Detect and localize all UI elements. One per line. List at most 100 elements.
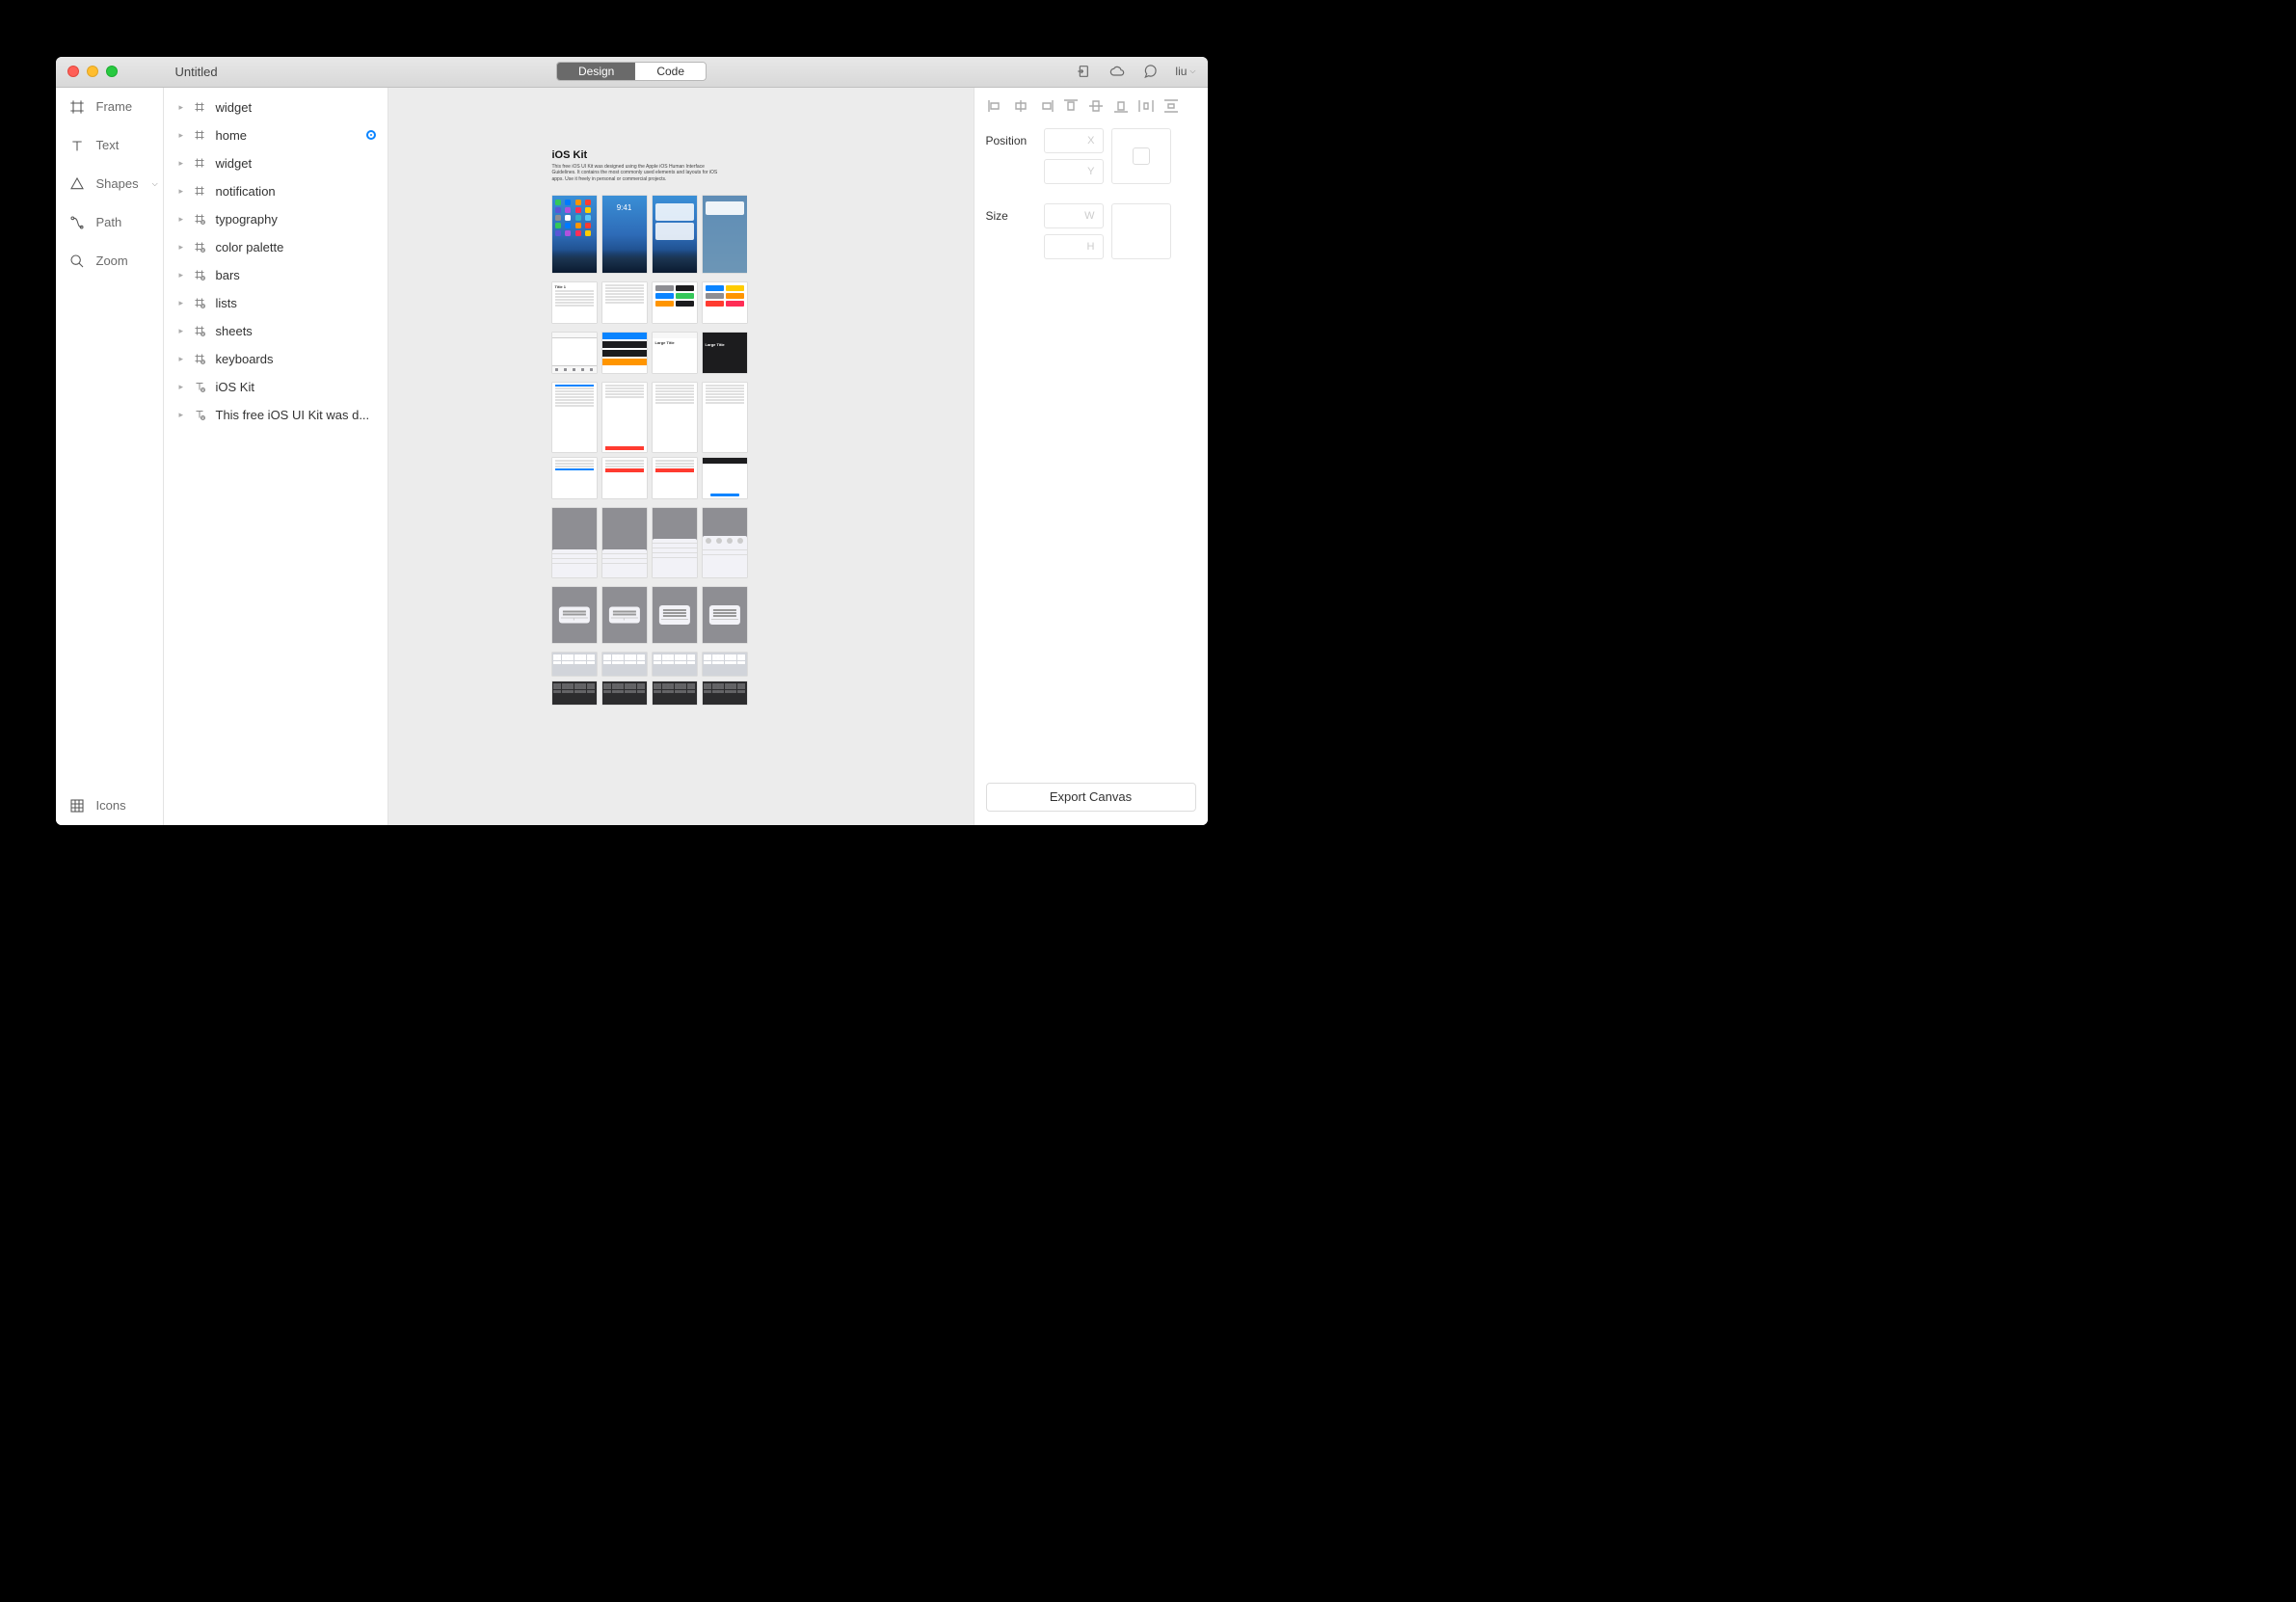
disclosure-triangle-icon[interactable]: ▸ [179, 354, 187, 364]
frame-layer-icon [193, 240, 206, 254]
align-center-v-button[interactable] [1086, 97, 1106, 115]
layer-row[interactable]: ▸This free iOS UI Kit was d... [164, 401, 387, 429]
tool-path[interactable]: Path [56, 203, 163, 242]
artboard-keyboard-light-3[interactable] [653, 653, 697, 676]
position-origin-widget[interactable] [1111, 128, 1171, 184]
artboard-list-6[interactable] [602, 458, 647, 498]
disclosure-triangle-icon[interactable]: ▸ [179, 130, 187, 141]
artboard-bars-large-title-light[interactable]: Large Title [653, 333, 697, 373]
size-constraint-widget[interactable] [1111, 203, 1171, 259]
artboard-list-2[interactable] [602, 383, 647, 452]
artboard-keyboard-dark-3[interactable] [653, 681, 697, 705]
disclosure-triangle-icon[interactable]: ▸ [179, 102, 187, 113]
artboard-list-1[interactable] [552, 383, 597, 452]
disclosure-triangle-icon[interactable]: ▸ [179, 270, 187, 280]
disclosure-triangle-icon[interactable]: ▸ [179, 382, 187, 392]
artboard-notification[interactable] [703, 196, 747, 273]
artboard-list-4[interactable] [703, 383, 747, 452]
artboard-home[interactable] [552, 196, 597, 273]
inspector-panel: Position X Y Size W H [974, 88, 1208, 825]
window-close-button[interactable] [67, 66, 79, 77]
artboard-sheet-2[interactable] [602, 508, 647, 577]
user-menu[interactable]: liu ⌵ [1175, 65, 1195, 78]
artboard-bars-large-title-dark[interactable]: Large Title [703, 333, 747, 373]
artboard-row-alerts [552, 587, 967, 643]
artboard-keyboard-dark-1[interactable] [552, 681, 597, 705]
disclosure-triangle-icon[interactable]: ▸ [179, 186, 187, 197]
artboard-widget[interactable] [653, 196, 697, 273]
tool-icons[interactable]: Icons [56, 787, 163, 825]
artboard-list-7[interactable] [653, 458, 697, 498]
artboard-lockscreen[interactable]: 9:41 [602, 196, 647, 273]
artboard-alert-2[interactable] [602, 587, 647, 643]
layer-row[interactable]: ▸widget [164, 149, 387, 177]
size-w-input[interactable]: W [1044, 203, 1104, 228]
artboard-keyboard-dark-4[interactable] [703, 681, 747, 705]
artboard-alert-3[interactable] [653, 587, 697, 643]
disclosure-triangle-icon[interactable]: ▸ [179, 298, 187, 308]
chat-icon[interactable] [1142, 64, 1158, 79]
layer-row[interactable]: ▸widget [164, 93, 387, 121]
position-y-input[interactable]: Y [1044, 159, 1104, 184]
layer-label: color palette [216, 240, 284, 254]
tool-zoom[interactable]: Zoom [56, 242, 163, 280]
text-layer-icon [193, 408, 206, 421]
distribute-v-button[interactable] [1161, 97, 1181, 115]
align-top-button[interactable] [1061, 97, 1081, 115]
export-canvas-button[interactable]: Export Canvas [986, 783, 1196, 812]
disclosure-triangle-icon[interactable]: ▸ [179, 410, 187, 420]
artboard-row-typo-color: Title 1 [552, 282, 967, 323]
tab-design[interactable]: Design [557, 63, 635, 80]
artboard-keyboard-light-4[interactable] [703, 653, 747, 676]
disclosure-triangle-icon[interactable]: ▸ [179, 158, 187, 169]
disclosure-triangle-icon[interactable]: ▸ [179, 214, 187, 225]
artboard-typography-2[interactable] [602, 282, 647, 323]
tool-shapes[interactable]: Shapes ⌵ [56, 165, 163, 203]
layer-row[interactable]: ▸iOS Kit [164, 373, 387, 401]
artboard-alert-4[interactable] [703, 587, 747, 643]
artboard-sheet-1[interactable] [552, 508, 597, 577]
layer-row[interactable]: ▸notification [164, 177, 387, 205]
layer-label: keyboards [216, 352, 274, 366]
layer-row[interactable]: ▸lists [164, 289, 387, 317]
tool-text[interactable]: Text [56, 126, 163, 165]
artboard-typography[interactable]: Title 1 [552, 282, 597, 323]
artboard-keyboard-light-2[interactable] [602, 653, 647, 676]
shapes-icon [69, 176, 85, 192]
artboard-colors-2[interactable] [703, 282, 747, 323]
layer-row[interactable]: ▸ color palette [164, 233, 387, 261]
artboard-list-8[interactable] [703, 458, 747, 498]
layer-row[interactable]: ▸sheets [164, 317, 387, 345]
align-right-button[interactable] [1036, 97, 1055, 115]
align-left-button[interactable] [986, 97, 1005, 115]
artboard-colors-1[interactable] [653, 282, 697, 323]
artboard-keyboard-light-1[interactable] [552, 653, 597, 676]
tab-code[interactable]: Code [635, 63, 706, 80]
layer-row[interactable]: ▸ keyboards [164, 345, 387, 373]
artboard-list-3[interactable] [653, 383, 697, 452]
disclosure-triangle-icon[interactable]: ▸ [179, 242, 187, 253]
layer-row[interactable]: ▸typography [164, 205, 387, 233]
window-maximize-button[interactable] [106, 66, 118, 77]
artboard-keyboard-dark-2[interactable] [602, 681, 647, 705]
artboard-sheet-4[interactable] [703, 508, 747, 577]
tool-frame[interactable]: Frame [56, 88, 163, 126]
position-x-input[interactable]: X [1044, 128, 1104, 153]
cloud-icon[interactable] [1109, 64, 1125, 79]
align-bottom-button[interactable] [1111, 97, 1131, 115]
artboard-bars-2[interactable] [602, 333, 647, 373]
artboard-bars-1[interactable] [552, 333, 597, 373]
align-center-h-button[interactable] [1011, 97, 1030, 115]
artboard-list-5[interactable] [552, 458, 597, 498]
layer-row[interactable]: ▸home [164, 121, 387, 149]
size-h-input[interactable]: H [1044, 234, 1104, 259]
disclosure-triangle-icon[interactable]: ▸ [179, 326, 187, 336]
text-layer-icon [193, 380, 206, 393]
import-icon[interactable] [1077, 64, 1092, 79]
artboard-sheet-3[interactable] [653, 508, 697, 577]
window-minimize-button[interactable] [87, 66, 98, 77]
canvas[interactable]: iOS Kit This free iOS UI Kit was designe… [388, 88, 974, 825]
distribute-h-button[interactable] [1136, 97, 1156, 115]
layer-row[interactable]: ▸bars [164, 261, 387, 289]
artboard-alert-1[interactable] [552, 587, 597, 643]
